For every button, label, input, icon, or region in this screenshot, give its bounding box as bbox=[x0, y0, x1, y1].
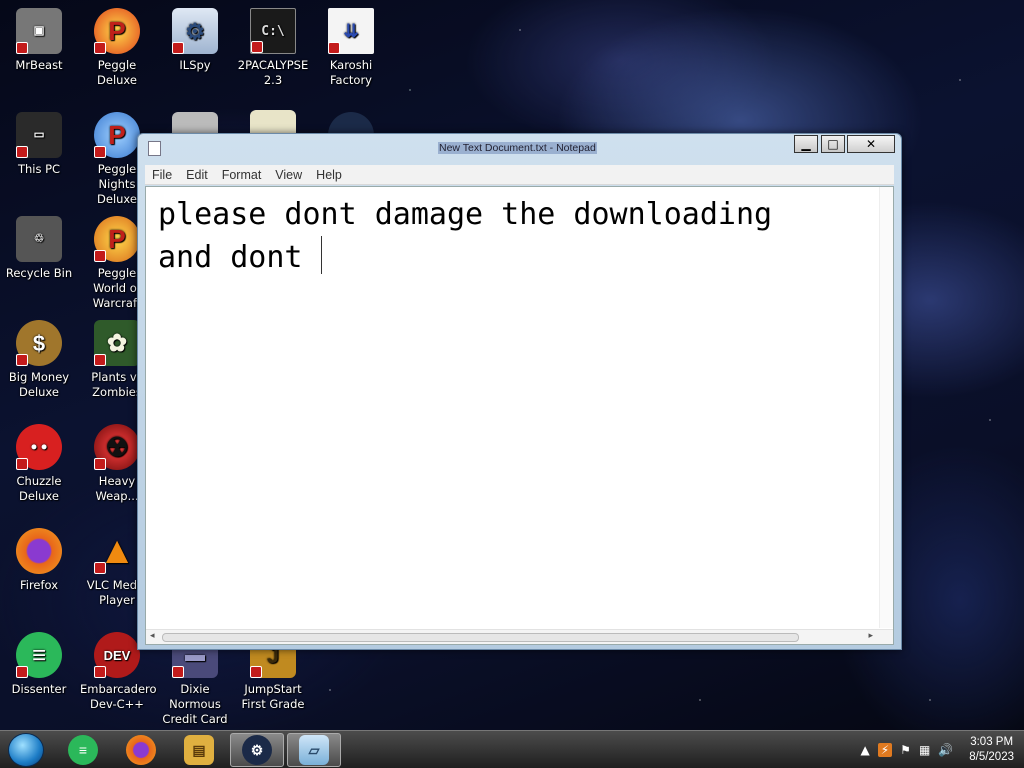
system-tray: ▲ ⚡ ⚑ ▦ 🔊 3:03 PM 8/5/2023 bbox=[861, 731, 1015, 768]
peggle-wow-icon: P bbox=[94, 216, 140, 262]
menu-format[interactable]: Format bbox=[215, 168, 269, 182]
recycle-bin-icon: ♲ bbox=[16, 216, 62, 262]
notepad-icon: ▱ bbox=[299, 735, 329, 765]
icon-label: Embarcadero Dev-C++ bbox=[80, 682, 157, 711]
firefox-icon bbox=[126, 735, 156, 765]
icon-label: Big Money Deluxe bbox=[8, 370, 70, 399]
scroll-left-icon[interactable]: ◂ bbox=[150, 631, 155, 641]
menu-help[interactable]: Help bbox=[309, 168, 349, 182]
icon-label: JumpStart First Grade bbox=[241, 682, 305, 711]
notepad-icon bbox=[148, 141, 161, 156]
icon-label: Dissenter bbox=[11, 682, 67, 696]
icon-label: Karoshi Factory bbox=[329, 58, 373, 87]
icon-label: Firefox bbox=[19, 578, 59, 592]
menu-bar: File Edit Format View Help bbox=[145, 165, 894, 185]
desktop-icon-peggle-deluxe[interactable]: P Peggle Deluxe bbox=[80, 8, 154, 88]
flower-icon: ✿ bbox=[94, 320, 140, 366]
desktop-icon-this-pc[interactable]: ▭ This PC bbox=[2, 112, 76, 177]
menu-edit[interactable]: Edit bbox=[179, 168, 215, 182]
desktop-icon-2pacalypse[interactable]: C:\ 2PACALYPSE 2.3 bbox=[236, 8, 310, 88]
close-button[interactable]: ✕ bbox=[847, 135, 895, 153]
clock[interactable]: 3:03 PM 8/5/2023 bbox=[969, 735, 1014, 765]
title-bar[interactable]: New Text Document.txt - Notepad ▁ □ ✕ bbox=[138, 134, 901, 162]
clock-date: 8/5/2023 bbox=[969, 751, 1014, 763]
taskbar-dissenter[interactable]: ≡ bbox=[56, 733, 110, 767]
desktop-icon-karoshi[interactable]: ⇊ Karoshi Factory bbox=[314, 8, 388, 88]
peggle-icon: P bbox=[94, 8, 140, 54]
show-hidden-icons-icon[interactable]: ▲ bbox=[861, 743, 870, 757]
firefox-icon bbox=[16, 528, 62, 574]
icon-label: MrBeast bbox=[15, 58, 63, 72]
desktop-icon-chuzzle[interactable]: ● ● Chuzzle Deluxe bbox=[2, 424, 76, 504]
steam-icon: ⚙ bbox=[242, 735, 272, 765]
text-editor[interactable]: please dont damage the downloading and d… bbox=[145, 186, 894, 645]
computer-icon: ▭ bbox=[16, 112, 62, 158]
desktop-icon-recycle-bin[interactable]: ♲ Recycle Bin bbox=[2, 216, 76, 281]
taskbar-file-explorer[interactable]: ▤ bbox=[172, 733, 226, 767]
document-text: please dont damage the downloading and d… bbox=[158, 197, 773, 275]
traffic-cone-icon: ▲ bbox=[94, 528, 140, 574]
taskbar-notepad[interactable]: ▱ bbox=[287, 733, 341, 767]
volume-icon[interactable]: 🔊 bbox=[938, 743, 953, 757]
scroll-thumb[interactable] bbox=[162, 633, 799, 642]
notepad-window[interactable]: New Text Document.txt - Notepad ▁ □ ✕ Fi… bbox=[137, 133, 902, 650]
document-icon: ⇊ bbox=[328, 8, 374, 54]
editor-content[interactable]: please dont damage the downloading and d… bbox=[158, 193, 858, 279]
radiation-icon: ☢ bbox=[94, 424, 140, 470]
taskbar: ≡ ▤ ⚙ ▱ ▲ ⚡ ⚑ ▦ 🔊 3:03 PM 8/5/2023 bbox=[0, 730, 1024, 768]
folder-icon: ▤ bbox=[184, 735, 214, 765]
desktop-icon-ilspy[interactable]: ⚙ ILSpy bbox=[158, 8, 232, 73]
horizontal-scrollbar[interactable]: ◂ ▸ bbox=[146, 629, 893, 644]
chuzzle-icon: ● ● bbox=[16, 424, 62, 470]
text-caret bbox=[320, 236, 322, 274]
start-button[interactable] bbox=[8, 733, 44, 767]
peggle-nights-icon: P bbox=[94, 112, 140, 158]
icon-label: 2PACALYPSE 2.3 bbox=[237, 58, 309, 87]
taskbar-firefox[interactable] bbox=[114, 733, 168, 767]
maximize-button[interactable]: □ bbox=[821, 135, 845, 153]
desktop-icon-big-money[interactable]: $ Big Money Deluxe bbox=[2, 320, 76, 400]
desktop-icon-firefox[interactable]: Firefox bbox=[2, 528, 76, 593]
ilspy-icon: ⚙ bbox=[172, 8, 218, 54]
menu-view[interactable]: View bbox=[268, 168, 309, 182]
flag-icon[interactable]: ⚑ bbox=[900, 743, 911, 757]
icon-label: Chuzzle Deluxe bbox=[16, 474, 62, 503]
icon-label: Peggle Deluxe bbox=[97, 58, 137, 87]
menu-file[interactable]: File bbox=[145, 168, 179, 182]
taskbar-steam[interactable]: ⚙ bbox=[230, 733, 284, 767]
console-icon: C:\ bbox=[250, 8, 296, 54]
desktop-icon-dissenter[interactable]: ≡ Dissenter bbox=[2, 632, 76, 697]
money-bag-icon: $ bbox=[16, 320, 62, 366]
dissenter-icon: ≡ bbox=[16, 632, 62, 678]
icon-label: This PC bbox=[17, 162, 61, 176]
desktop-icon-mrbeast[interactable]: ▣ MrBeast bbox=[2, 8, 76, 73]
minimize-button[interactable]: ▁ bbox=[794, 135, 818, 153]
scroll-right-icon[interactable]: ▸ bbox=[868, 631, 873, 641]
clock-time: 3:03 PM bbox=[970, 736, 1014, 748]
network-icon[interactable]: ▦ bbox=[919, 743, 930, 757]
mrbeast-icon: ▣ bbox=[16, 8, 62, 54]
icon-label: Recycle Bin bbox=[5, 266, 73, 280]
dissenter-icon: ≡ bbox=[68, 735, 98, 765]
tray-app-icon[interactable]: ⚡ bbox=[877, 743, 893, 757]
icon-label: ILSpy bbox=[179, 58, 211, 72]
vertical-scrollbar[interactable] bbox=[879, 187, 893, 628]
dev-cpp-icon: DEV bbox=[94, 632, 140, 678]
window-title: New Text Document.txt - Notepad bbox=[438, 142, 597, 154]
